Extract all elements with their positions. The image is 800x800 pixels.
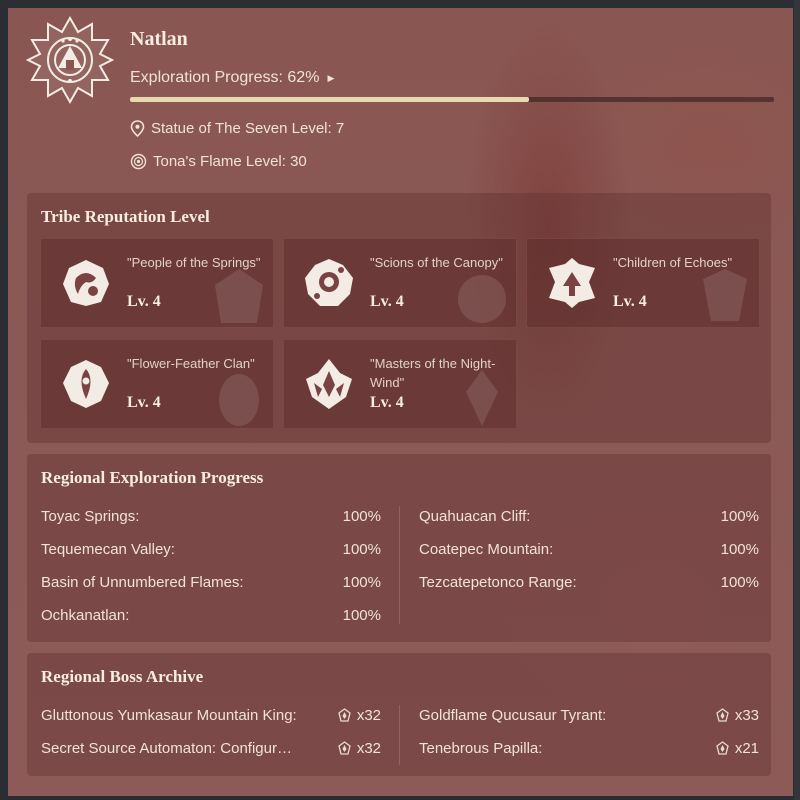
tribe-level: Lv. 4: [613, 293, 647, 310]
caret-right-icon: ▶: [327, 72, 335, 83]
boss-count-value: x21: [734, 740, 759, 757]
boss-archive-icon: [338, 708, 351, 722]
boss-archive-icon: [338, 741, 351, 755]
statue-level-label: Statue of The Seven Level: 7: [151, 120, 345, 137]
flame-level-row: Tona's Flame Level: 30: [130, 153, 307, 170]
tribe-card-scions-of-the-canopy[interactable]: "Scions of the Canopy" Lv. 4: [283, 238, 517, 328]
tribe-level: Lv. 4: [127, 394, 161, 411]
tribe-card-flower-feather-clan[interactable]: "Flower-Feather Clan" Lv. 4: [40, 339, 274, 429]
boss-kill-count: x21: [715, 740, 759, 757]
night-wind-watermark-icon: [466, 370, 498, 426]
tribe-card-people-of-the-springs[interactable]: "People of the Springs" Lv. 4: [40, 238, 274, 328]
boss-archive-icon: [716, 708, 729, 722]
exploration-area-name: Tequemecan Valley:: [41, 541, 175, 558]
night-wind-tribe-icon: [306, 359, 352, 409]
exploration-progress-link[interactable]: Exploration Progress: 62% ▶: [130, 69, 334, 87]
boss-kill-count: x32: [337, 707, 381, 724]
boss-count-value: x32: [356, 707, 381, 724]
region-header: Natlan Exploration Progress: 62% ▶ Statu…: [8, 8, 793, 193]
springs-watermark-icon: [215, 269, 263, 323]
boss-name: Goldflame Qucusaur Tyrant:: [419, 707, 607, 724]
regional-exploration-panel: Regional Exploration Progress Toyac Spri…: [27, 454, 771, 642]
exploration-area-value: 100%: [720, 508, 759, 525]
canopy-tribe-icon: [305, 259, 353, 306]
tribe-reputation-title: Tribe Reputation Level: [41, 207, 210, 226]
tribe-reputation-panel: Tribe Reputation Level "People of the Sp…: [27, 193, 771, 443]
boss-kill-count: x33: [715, 707, 759, 724]
exploration-progress-bar: [130, 97, 774, 102]
boss-archive-title: Regional Boss Archive: [41, 667, 204, 686]
regional-exploration-title: Regional Exploration Progress: [41, 468, 264, 487]
exploration-area-value: 100%: [720, 541, 759, 558]
window-edge: [794, 0, 800, 800]
exploration-area-name: Toyac Springs:: [41, 508, 140, 525]
springs-tribe-icon: [63, 260, 109, 306]
boss-archive-icon: [716, 741, 729, 755]
tribe-level: Lv. 4: [370, 293, 404, 310]
exploration-area-name: Tezcatepetonco Range:: [419, 574, 577, 591]
exploration-area-name: Ochkanatlan:: [41, 607, 130, 624]
flower-feather-tribe-icon: [63, 360, 109, 408]
tonas-flame-icon: [130, 153, 147, 170]
boss-name: Secret Source Automaton: Configur…: [41, 740, 292, 757]
boss-name: Tenebrous Papilla:: [419, 740, 543, 757]
exploration-area-value: 100%: [342, 541, 381, 558]
tribe-level: Lv. 4: [127, 293, 161, 310]
regional-boss-archive-panel: Regional Boss Archive Gluttonous Yumkasa…: [27, 653, 771, 776]
statue-level-row: Statue of The Seven Level: 7: [130, 120, 344, 137]
column-divider: [399, 506, 400, 624]
exploration-area-name: Quahuacan Cliff:: [419, 508, 531, 525]
echoes-watermark-icon: [703, 269, 747, 321]
region-name: Natlan: [130, 28, 188, 50]
region-overview-panel: Natlan Exploration Progress: 62% ▶ Statu…: [8, 8, 793, 796]
exploration-area-name: Coatepec Mountain:: [419, 541, 554, 558]
flower-feather-watermark-icon: [219, 374, 259, 426]
column-divider: [399, 705, 400, 765]
tribe-card-masters-of-the-night-wind[interactable]: "Masters of the Night-Wind" Lv. 4: [283, 339, 517, 429]
location-pin-icon: [130, 120, 145, 137]
exploration-area-name: Basin of Unnumbered Flames:: [41, 574, 244, 591]
top-strip: [0, 0, 800, 8]
flame-level-label: Tona's Flame Level: 30: [153, 153, 307, 170]
tribe-card-children-of-echoes[interactable]: "Children of Echoes" Lv. 4: [526, 238, 760, 328]
boss-kill-count: x32: [337, 740, 381, 757]
boss-count-value: x33: [734, 707, 759, 724]
exploration-area-value: 100%: [342, 607, 381, 624]
exploration-area-value: 100%: [720, 574, 759, 591]
boss-name: Gluttonous Yumkasaur Mountain King:: [41, 707, 297, 724]
exploration-progress-fill: [130, 97, 530, 102]
echoes-tribe-icon: [549, 258, 595, 308]
canopy-watermark-icon: [458, 275, 506, 323]
exploration-area-value: 100%: [342, 508, 381, 525]
exploration-area-value: 100%: [342, 574, 381, 591]
exploration-progress-label: Exploration Progress: 62%: [130, 69, 320, 86]
boss-count-value: x32: [356, 740, 381, 757]
natlan-emblem-icon: [26, 16, 114, 104]
tribe-level: Lv. 4: [370, 394, 404, 411]
